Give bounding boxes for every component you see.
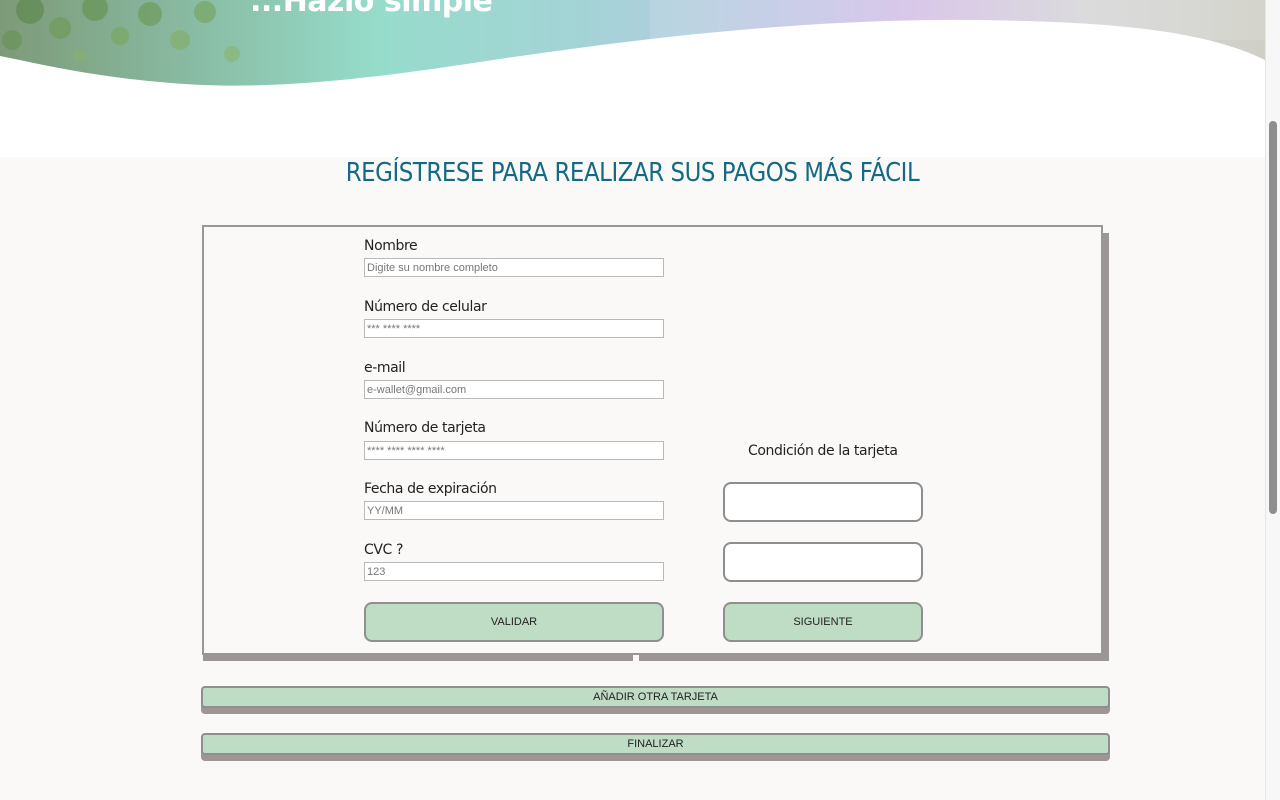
- validate-button[interactable]: VALIDAR: [364, 602, 664, 642]
- email-label: e-mail: [364, 360, 406, 376]
- hero-banner: ...Hazlo simple: [0, 0, 1265, 157]
- card-number-input[interactable]: [364, 441, 664, 460]
- hero-tagline: ...Hazlo simple: [250, 0, 493, 19]
- phone-input[interactable]: [364, 319, 664, 338]
- phone-label: Número de celular: [364, 299, 487, 315]
- hero-background-image: [0, 0, 1265, 86]
- page-title: REGÍSTRESE PARA REALIZAR SUS PAGOS MÁS F…: [345, 158, 920, 188]
- email-input[interactable]: [364, 380, 664, 399]
- expiry-label: Fecha de expiración: [364, 481, 497, 497]
- card-shadow: [1103, 233, 1109, 660]
- card-shadow: [639, 654, 1109, 661]
- next-button[interactable]: SIGUIENTE: [723, 602, 923, 642]
- name-label: Nombre: [364, 238, 418, 254]
- card-condition-box: [723, 542, 923, 582]
- cvc-label: CVC ?: [364, 542, 404, 558]
- registration-form-card: [202, 225, 1103, 655]
- expiry-input[interactable]: [364, 501, 664, 520]
- cvc-input[interactable]: [364, 562, 664, 581]
- card-condition-box: [723, 482, 923, 522]
- add-card-button[interactable]: AÑADIR OTRA TARJETA: [201, 686, 1110, 708]
- finish-button[interactable]: FINALIZAR: [201, 733, 1110, 755]
- card-shadow: [203, 654, 633, 661]
- page: ...Hazlo simple REGÍSTRESE PARA REALIZAR…: [0, 0, 1265, 800]
- card-number-label: Número de tarjeta: [364, 420, 486, 436]
- scrollbar-thumb[interactable]: [1269, 121, 1277, 514]
- name-input[interactable]: [364, 258, 664, 277]
- scrollbar[interactable]: [1265, 0, 1280, 800]
- card-condition-label: Condición de la tarjeta: [748, 443, 898, 459]
